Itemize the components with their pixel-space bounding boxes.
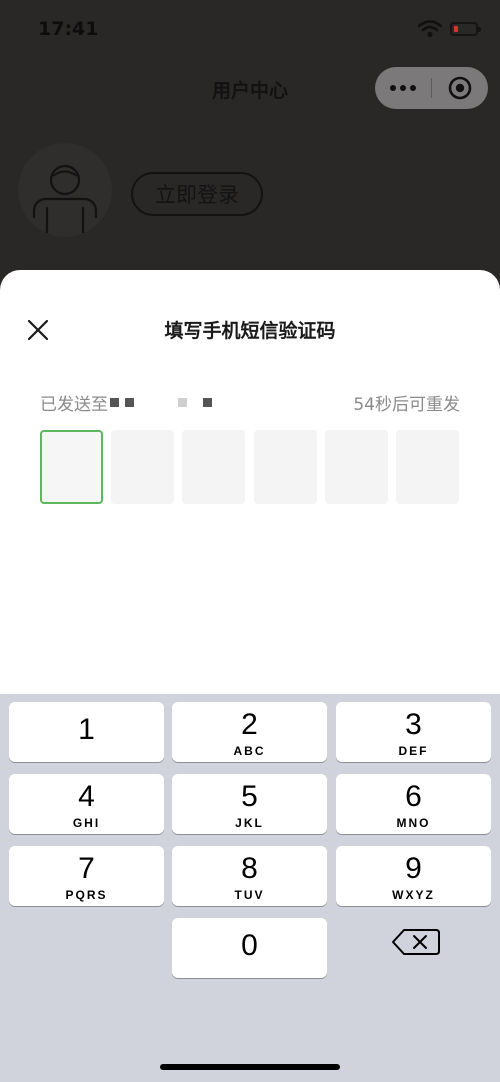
exit-miniprogram-button[interactable] xyxy=(437,67,483,109)
code-digit-box-2[interactable] xyxy=(111,430,174,504)
key-0[interactable]: 0 xyxy=(172,918,327,978)
key-2[interactable]: 2 ABC xyxy=(172,702,327,762)
avatar xyxy=(18,143,112,237)
capsule-divider xyxy=(431,78,432,98)
home-indicator xyxy=(160,1064,340,1070)
more-menu-button[interactable] xyxy=(375,67,431,109)
key-8[interactable]: 8 TUV xyxy=(172,846,327,906)
sms-verification-sheet: 填写手机短信验证码 已发送至 54秒后可重发 xyxy=(0,270,500,694)
more-dots-icon xyxy=(390,85,396,91)
login-button[interactable]: 立即登录 xyxy=(131,172,263,216)
target-close-icon xyxy=(448,76,472,100)
miniprogram-capsule xyxy=(375,67,488,109)
status-time: 17:41 xyxy=(38,18,99,40)
masked-phone-number xyxy=(110,398,218,407)
code-digit-box-4[interactable] xyxy=(254,430,317,504)
code-digit-box-3[interactable] xyxy=(182,430,245,504)
key-6[interactable]: 6 MNO xyxy=(336,774,491,834)
battery-icon xyxy=(450,22,481,36)
sent-to-prefix: 已发送至 xyxy=(40,395,108,415)
user-avatar-icon xyxy=(32,164,98,233)
key-4[interactable]: 4 GHI xyxy=(9,774,164,834)
key-9[interactable]: 9 WXYZ xyxy=(336,846,491,906)
resend-countdown: 54秒后可重发 xyxy=(353,395,460,415)
code-digit-box-5[interactable] xyxy=(325,430,388,504)
code-digit-box-1[interactable] xyxy=(40,430,103,504)
numeric-keypad: 1 2 ABC 3 DEF 4 GHI 5 JKL 6 MNO 7 PQRS 8… xyxy=(0,694,500,1082)
wifi-icon xyxy=(418,20,442,38)
key-1[interactable]: 1 xyxy=(9,702,164,762)
sheet-title: 填写手机短信验证码 xyxy=(164,320,336,342)
key-3[interactable]: 3 DEF xyxy=(336,702,491,762)
key-7[interactable]: 7 PQRS xyxy=(9,846,164,906)
backspace-icon[interactable] xyxy=(390,926,442,958)
sent-to-label: 已发送至 xyxy=(40,390,218,415)
key-5[interactable]: 5 JKL xyxy=(172,774,327,834)
status-bar: 17:41 xyxy=(0,0,500,60)
code-digit-box-6[interactable] xyxy=(396,430,459,504)
